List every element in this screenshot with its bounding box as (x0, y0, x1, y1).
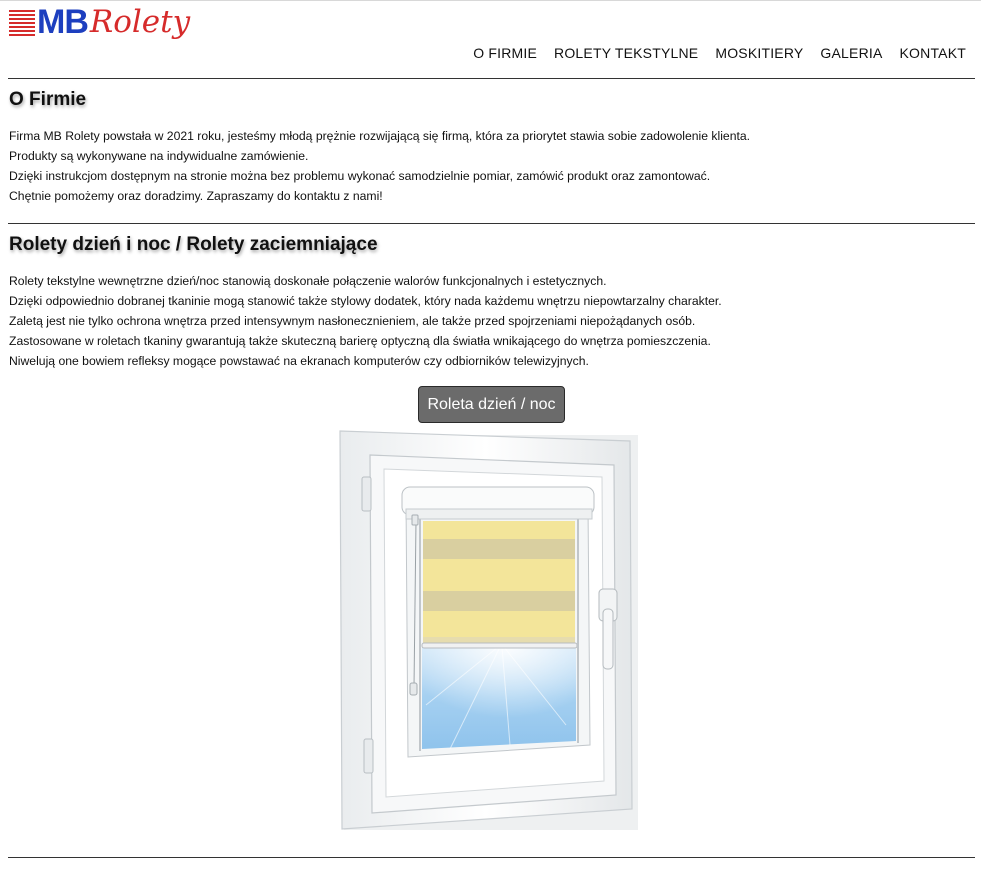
daynight-line: Zastosowane w roletach tkaniny gwarantuj… (9, 334, 711, 348)
about-text: Firma MB Rolety powstała w 2021 roku, je… (9, 126, 750, 206)
divider (8, 78, 975, 79)
daynight-text: Rolety tekstylne wewnętrzne dzień/noc st… (9, 271, 722, 371)
about-line: Firma MB Rolety powstała w 2021 roku, je… (9, 129, 751, 143)
nav-item-galeria[interactable]: GALERIA (820, 44, 882, 62)
logo-text-mb: MB (37, 3, 89, 41)
nav-item-moskitiery[interactable]: MOSKITIERY (715, 44, 803, 62)
nav-item-kontakt[interactable]: KONTAKT (900, 44, 966, 62)
divider (8, 223, 975, 224)
daynight-line: Dzięki odpowiednio dobranej tkaninie mog… (9, 294, 722, 308)
daynight-line: Rolety tekstylne wewnętrzne dzień/noc st… (9, 274, 607, 288)
nav-item-rolety-tekstylne[interactable]: ROLETY TEKSTYLNE (554, 44, 698, 62)
logo-text-rolety: Rolety (89, 4, 191, 40)
daynight-line: Niwelują one bowiem refleksy mogące pows… (9, 354, 589, 368)
section-title-o-firmie: O Firmie (9, 89, 87, 110)
divider (8, 857, 975, 858)
about-line: Produkty są wykonywane na indywidualne z… (9, 149, 309, 163)
window-roller-blind-image (339, 430, 638, 830)
daynight-line: Zaletą jest nie tylko ochrona wnętrza pr… (9, 314, 696, 328)
about-line: Chętnie pomożemy oraz doradzimy. Zaprasz… (9, 189, 383, 203)
roleta-dzien-noc-button[interactable]: Roleta dzień / noc (418, 386, 565, 423)
nav-item-o-firmie[interactable]: O FIRMIE (473, 44, 537, 62)
about-line: Dzięki instrukcjom dostępnym na stronie … (9, 169, 711, 183)
red-stripes-icon (9, 10, 35, 36)
site-logo[interactable]: MB Rolety (9, 4, 190, 42)
top-border (0, 0, 981, 1)
main-nav: O FIRMIE ROLETY TEKSTYLNE MOSKITIERY GAL… (456, 44, 966, 62)
section-title-rolety-dzien-noc: Rolety dzień i noc / Rolety zaciemniając… (9, 234, 378, 255)
